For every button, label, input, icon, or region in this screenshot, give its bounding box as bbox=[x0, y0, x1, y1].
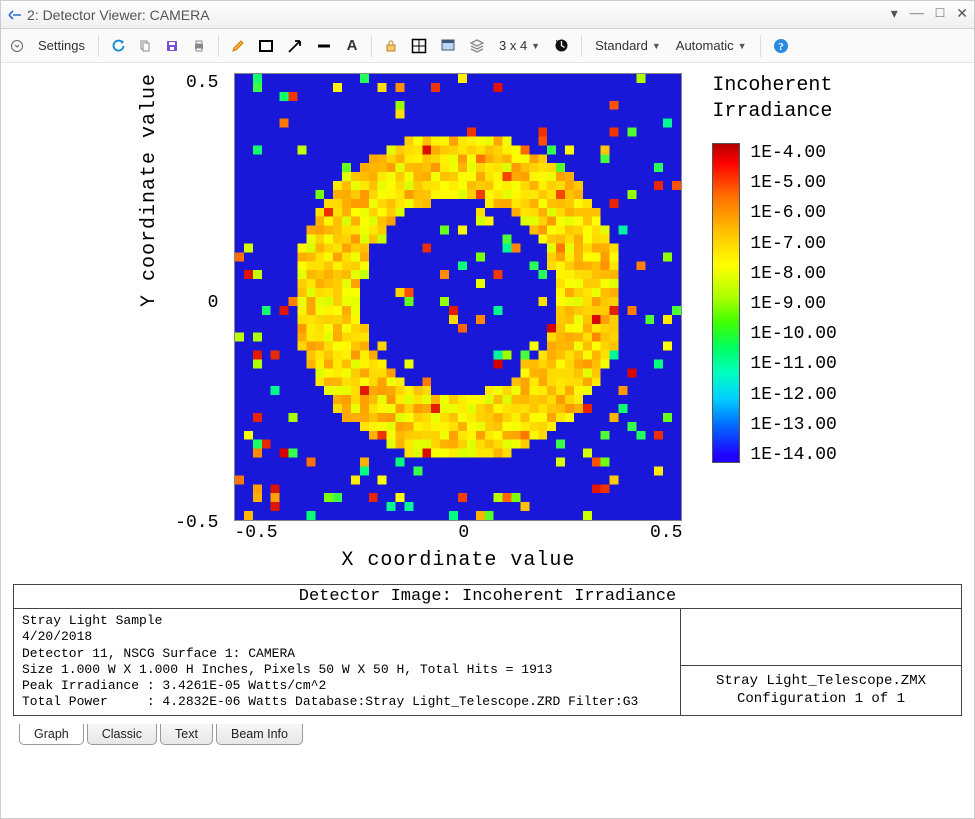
svg-text:?: ? bbox=[778, 41, 784, 53]
print-icon[interactable] bbox=[187, 34, 211, 58]
x-tick: 0 bbox=[458, 523, 469, 543]
colorbar-legend: Incoherent Irradiance 1E-4.00 1E-5.00 1E-6… bbox=[712, 73, 836, 465]
mode-label: Standard bbox=[595, 38, 648, 53]
window-layout-icon[interactable] bbox=[435, 34, 461, 58]
text-tool-icon[interactable]: A bbox=[340, 34, 364, 58]
copy-icon[interactable] bbox=[133, 34, 157, 58]
lock-icon[interactable] bbox=[379, 34, 403, 58]
colorbar-ticks: 1E-4.00 1E-5.00 1E-6.00 1E-7.00 1E-8.00 1E-9.… bbox=[750, 143, 836, 465]
title-bar: 2: Detector Viewer: CAMERA ▾ — □ ✕ bbox=[1, 1, 974, 29]
y-tick: 0 bbox=[175, 293, 218, 313]
mode-dropdown[interactable]: Standard ▼ bbox=[589, 38, 667, 53]
info-filename: Stray Light_Telescope.ZMX bbox=[691, 672, 951, 690]
info-file-block: Stray Light_Telescope.ZMX Configuration … bbox=[681, 666, 961, 714]
close-icon[interactable]: ✕ bbox=[956, 6, 968, 23]
window-title: 2: Detector Viewer: CAMERA bbox=[27, 7, 210, 23]
chevron-down-icon: ▼ bbox=[738, 41, 747, 51]
x-axis-label: X coordinate value bbox=[341, 549, 575, 572]
x-axis-ticks: -0.5 0 0.5 bbox=[234, 523, 682, 543]
minimize-icon[interactable]: — bbox=[910, 6, 924, 23]
line-tool-icon[interactable] bbox=[311, 34, 337, 58]
colorbar-tick: 1E-4.00 bbox=[750, 143, 836, 163]
expand-toggle-icon[interactable] bbox=[5, 34, 29, 58]
colorbar-tick: 1E-6.00 bbox=[750, 203, 836, 223]
colorbar-tick: 1E-9.00 bbox=[750, 294, 836, 314]
legend-title-line1: Incoherent bbox=[712, 74, 832, 97]
colorbar-tick: 1E-10.00 bbox=[750, 324, 836, 344]
save-icon[interactable] bbox=[160, 34, 184, 58]
help-icon[interactable]: ? bbox=[768, 34, 794, 58]
pencil-icon[interactable] bbox=[226, 34, 250, 58]
colorbar-tick: 1E-5.00 bbox=[750, 173, 836, 193]
colorbar-tick: 1E-13.00 bbox=[750, 415, 836, 435]
heatmap-plot[interactable] bbox=[234, 73, 682, 521]
y-axis-label: Y coordinate value bbox=[138, 73, 161, 307]
separator bbox=[98, 35, 99, 57]
colorbar-tick: 1E-14.00 bbox=[750, 445, 836, 465]
colorbar-tick: 1E-7.00 bbox=[750, 234, 836, 254]
x-tick: 0.5 bbox=[650, 523, 682, 543]
settings-button[interactable]: Settings bbox=[32, 38, 91, 53]
arrow-tool-icon[interactable] bbox=[282, 34, 308, 58]
fit-window-icon[interactable] bbox=[406, 34, 432, 58]
tab-beam-info[interactable]: Beam Info bbox=[216, 724, 303, 745]
tab-classic[interactable]: Classic bbox=[87, 724, 157, 745]
maximize-icon[interactable]: □ bbox=[936, 6, 944, 23]
info-panel-title: Detector Image: Incoherent Irradiance bbox=[14, 585, 961, 609]
toolbar: Settings A 3 x 4 ▼ Sta bbox=[1, 29, 974, 63]
y-axis-ticks: 0.5 0 -0.5 bbox=[175, 73, 224, 533]
info-text-block: Stray Light Sample 4/20/2018 Detector 11… bbox=[14, 609, 681, 715]
rectangle-tool-icon[interactable] bbox=[253, 34, 279, 58]
chevron-down-icon: ▼ bbox=[531, 41, 540, 51]
dropdown-icon[interactable]: ▾ bbox=[891, 6, 898, 23]
window-controls: ▾ — □ ✕ bbox=[891, 6, 968, 23]
separator bbox=[371, 35, 372, 57]
legend-title-line2: Irradiance bbox=[712, 100, 832, 123]
colorbar-tick: 1E-8.00 bbox=[750, 264, 836, 284]
grid-size-label: 3 x 4 bbox=[499, 38, 527, 53]
separator bbox=[581, 35, 582, 57]
layers-icon[interactable] bbox=[464, 34, 490, 58]
refresh-icon[interactable] bbox=[106, 34, 130, 58]
grid-size-selector[interactable]: 3 x 4 ▼ bbox=[493, 38, 546, 53]
colorbar-tick: 1E-12.00 bbox=[750, 385, 836, 405]
tab-graph[interactable]: Graph bbox=[19, 724, 84, 745]
y-tick: -0.5 bbox=[175, 513, 218, 533]
colorbar-tick: 1E-11.00 bbox=[750, 354, 836, 374]
colorbar bbox=[712, 143, 740, 463]
chevron-down-icon: ▼ bbox=[652, 41, 661, 51]
legend-title: Incoherent Irradiance bbox=[712, 73, 836, 125]
y-tick: 0.5 bbox=[175, 73, 218, 93]
scale-dropdown[interactable]: Automatic ▼ bbox=[670, 38, 753, 53]
info-panel: Detector Image: Incoherent Irradiance St… bbox=[13, 584, 962, 716]
info-right-empty bbox=[681, 609, 961, 666]
tab-text[interactable]: Text bbox=[160, 724, 213, 745]
x-tick: -0.5 bbox=[234, 523, 277, 543]
chart-area: Y coordinate value 0.5 0 -0.5 -0.5 0 0.5… bbox=[1, 63, 974, 572]
scale-label: Automatic bbox=[676, 38, 734, 53]
bottom-tabs: GraphClassicTextBeam Info bbox=[19, 724, 974, 745]
info-config: Configuration 1 of 1 bbox=[691, 690, 951, 708]
separator bbox=[760, 35, 761, 57]
info-right-block: Stray Light_Telescope.ZMX Configuration … bbox=[681, 609, 961, 715]
separator bbox=[218, 35, 219, 57]
reset-timer-icon[interactable] bbox=[549, 34, 574, 58]
app-icon bbox=[7, 8, 21, 22]
